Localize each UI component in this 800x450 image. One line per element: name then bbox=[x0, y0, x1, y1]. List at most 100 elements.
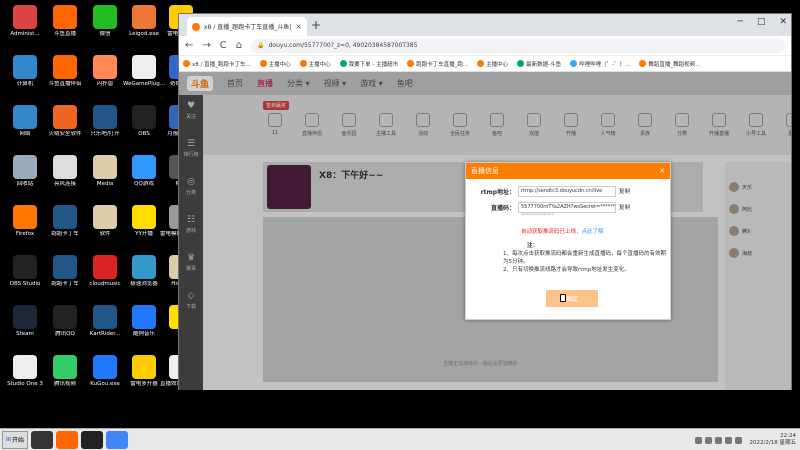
desktop-icon[interactable]: 闪扑兽 bbox=[84, 55, 126, 88]
copy-rtmp-button[interactable]: 复制 bbox=[619, 187, 630, 195]
desktop-icon[interactable]: Leigod.exe bbox=[123, 5, 165, 38]
desktop-icon[interactable]: KuGou.exe bbox=[84, 355, 126, 388]
desktop-icon[interactable]: 酷狗音乐 bbox=[123, 305, 165, 338]
tray-icon[interactable] bbox=[694, 436, 702, 444]
close-window-button[interactable]: ✕ bbox=[779, 17, 787, 27]
desktop-icon-label: YY开播 bbox=[135, 231, 153, 237]
copy-code-button[interactable]: 复制 bbox=[619, 203, 630, 211]
desktop-icon[interactable]: cloudmusic bbox=[84, 255, 126, 288]
bookmark-icon bbox=[639, 60, 647, 67]
learn-more-link[interactable]: 点此了解 bbox=[582, 229, 604, 235]
browser-tab[interactable]: x8 / 直播_跑跑卡丁车直播_斗鱼直播... × bbox=[187, 17, 307, 36]
rtmp-row: rtmp地址： rtmp://sendtc3.douyucdn.cn/live … bbox=[466, 185, 672, 197]
note-2: 2、只有切换推流线路才会导致rtmp地址发生变化。 bbox=[503, 267, 630, 273]
desktop-icon[interactable]: 计算机 bbox=[4, 55, 46, 88]
live-info-dialog: 直播信息 ✕ rtmp地址： rtmp://sendtc3.douyucdn.c… bbox=[465, 162, 671, 320]
desktop-icon[interactable]: 回收站 bbox=[4, 155, 46, 188]
windows-logo-icon: ⊞ bbox=[5, 436, 11, 443]
bookmark-icon bbox=[517, 60, 525, 67]
app-icon bbox=[53, 205, 77, 229]
desktop-icon[interactable]: Firefox bbox=[4, 205, 46, 238]
address-bar[interactable]: 🔒 douyu.com/5577700?_z=0, 4902038458700T… bbox=[251, 38, 785, 53]
desktop-icon-label: 跑跑卡丁车 bbox=[51, 231, 79, 237]
app-icon bbox=[53, 55, 77, 79]
taskbar: ⊞ 开始 22:24 2022/2/18 星期五 bbox=[0, 428, 800, 450]
bookmark-item[interactable]: x8 / 直播_跑跑卡丁车... bbox=[183, 60, 251, 68]
desktop-icon[interactable]: 跑跑卡丁车 bbox=[44, 205, 86, 238]
dialog-close-icon[interactable]: ✕ bbox=[659, 167, 665, 175]
desktop-icon[interactable]: 网络 bbox=[4, 105, 46, 138]
desktop-icon[interactable]: 腾讯视频 bbox=[44, 355, 86, 388]
desktop-icon[interactable]: 极速浏览器 bbox=[123, 255, 165, 288]
desktop-icon-label: 极速浏览器 bbox=[130, 281, 158, 287]
bookmark-item[interactable]: 主播中心 bbox=[299, 60, 331, 68]
app-icon bbox=[93, 205, 117, 229]
app-icon bbox=[132, 355, 156, 379]
desktop-icon[interactable]: Steam bbox=[4, 305, 46, 338]
app-icon bbox=[13, 305, 37, 329]
bookmark-item[interactable]: 跑跑卡丁车直播_跑... bbox=[407, 60, 468, 68]
desktop-icon[interactable]: QQ游戏 bbox=[123, 155, 165, 188]
nav-bar: ← → C ⌂ 🔒 douyu.com/5577700?_z=0, 490203… bbox=[179, 36, 791, 56]
note-1: 1、每次点击获取推流码都会重新生成直播码，每个直播码的有效期为5分钟。 bbox=[503, 251, 667, 265]
forward-icon[interactable]: → bbox=[202, 40, 210, 51]
back-icon[interactable]: ← bbox=[185, 40, 193, 51]
bookmark-item[interactable]: 最新数据-斗鱼 bbox=[517, 60, 561, 68]
desktop-icon[interactable]: 腾讯QQ bbox=[44, 305, 86, 338]
clock[interactable]: 22:24 2022/2/18 星期五 bbox=[750, 433, 796, 447]
clock-date: 2022/2/18 星期五 bbox=[749, 440, 796, 446]
desktop-icon[interactable]: OBS bbox=[123, 105, 165, 138]
minimize-button[interactable]: ─ bbox=[738, 17, 743, 27]
desktop-icon[interactable]: KartRider... bbox=[84, 305, 126, 338]
desktop-icon[interactable]: Media bbox=[84, 155, 126, 188]
desktop-icon-label: 闪扑兽 bbox=[96, 81, 114, 87]
desktop-icon[interactable]: 跑跑卡丁车 bbox=[44, 255, 86, 288]
desktop-icon[interactable]: OBS Studio bbox=[4, 255, 46, 288]
tray-icon[interactable] bbox=[704, 436, 712, 444]
desktop-icon-label: QQ游戏 bbox=[134, 181, 154, 187]
volume-icon[interactable] bbox=[724, 436, 732, 444]
network-icon[interactable] bbox=[734, 436, 742, 444]
desktop-icon[interactable]: 雷电多开器 bbox=[123, 355, 165, 388]
confirm-button[interactable]: 确定 bbox=[546, 290, 598, 307]
start-button[interactable]: ⊞ 开始 bbox=[2, 430, 28, 449]
desktop-icon[interactable]: 亮风连接 bbox=[44, 155, 86, 188]
home-icon[interactable]: ⌂ bbox=[236, 40, 242, 51]
chrome-app-icon[interactable] bbox=[106, 430, 128, 449]
bookmark-item[interactable]: 舞蹈直播_舞蹈视频... bbox=[639, 60, 700, 68]
bookmark-item[interactable]: 我要下单 - 主播超市 bbox=[339, 60, 398, 68]
bookmark-item[interactable]: 哔哩哔哩（゜-゜）... bbox=[570, 60, 630, 68]
bookmark-label: 舞蹈直播_舞蹈视频... bbox=[648, 61, 701, 68]
app-icon bbox=[132, 155, 156, 179]
desktop-icon[interactable]: Studio One 3 bbox=[4, 355, 46, 388]
maximize-button[interactable]: □ bbox=[757, 17, 766, 27]
app-icon bbox=[132, 255, 156, 279]
desktop-icon-label: Leigod.exe bbox=[129, 31, 159, 37]
desktop-icon[interactable]: 只乐吧/打开 bbox=[84, 105, 126, 138]
tab-close-icon[interactable]: × bbox=[295, 22, 302, 31]
app-icon bbox=[13, 205, 37, 229]
desktop-icon[interactable]: 微信 bbox=[84, 5, 126, 38]
douyu-app-icon[interactable] bbox=[56, 430, 78, 449]
desktop-icon[interactable]: 火绒安全软件 bbox=[44, 105, 86, 138]
desktop-icon[interactable]: 软件 bbox=[84, 205, 126, 238]
bookmark-item[interactable]: 主播中心 bbox=[477, 60, 508, 68]
desktop-icon[interactable]: YY开播 bbox=[123, 205, 165, 238]
desktop-icon[interactable]: WeGamePlug... bbox=[123, 55, 165, 88]
auto-fetch-hint: 自动获取推流码已上线，点此了解 bbox=[521, 227, 604, 235]
studio-one-app-icon[interactable] bbox=[31, 430, 53, 449]
app-icon bbox=[53, 355, 77, 379]
rtmp-input[interactable]: rtmp://sendtc3.douyucdn.cn/live bbox=[518, 185, 616, 197]
new-tab-button[interactable]: + bbox=[311, 18, 321, 32]
reload-icon[interactable]: C bbox=[220, 40, 227, 51]
desktop-icon[interactable]: 斗鱼直播伴侣 bbox=[44, 55, 86, 88]
tray-icon[interactable] bbox=[714, 436, 722, 444]
obs-app-icon[interactable] bbox=[81, 430, 103, 449]
desktop-icon[interactable]: 斗鱼直播 bbox=[44, 5, 86, 38]
desktop-icon[interactable]: Administ... bbox=[4, 5, 46, 38]
system-tray: 22:24 2022/2/18 星期五 bbox=[694, 431, 796, 449]
code-input[interactable]: 5577700rnTYa2AZH?wsSecret=********* bbox=[518, 201, 616, 213]
desktop-icon-label: 微信 bbox=[99, 31, 111, 37]
bookmark-item[interactable]: 主播中心 bbox=[259, 60, 291, 68]
desktop-icon-label: 软件 bbox=[99, 231, 111, 237]
